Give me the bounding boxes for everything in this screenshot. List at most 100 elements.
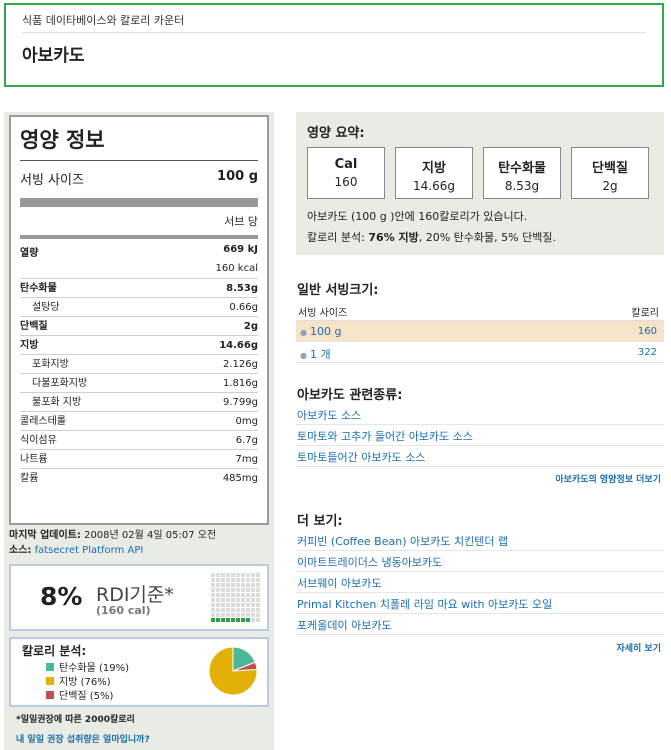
rdi-grid-cell — [221, 603, 225, 607]
nutrient-value: 0.66g — [229, 302, 258, 313]
see-more-link[interactable]: 서브웨이 아보카도 — [296, 572, 664, 593]
rdi-grid-cell — [226, 588, 230, 592]
summary-box-value: 8.53g — [504, 179, 540, 193]
rdi-grid-cell — [226, 573, 230, 577]
related-link[interactable]: 토마토들어간 아보카도 소스 — [296, 446, 664, 467]
related-more-link[interactable]: 아보카도의 영양정보 더보기 — [555, 472, 661, 485]
serving-size-link[interactable]: ● 1 개 — [300, 346, 331, 362]
rdi-question-link[interactable]: 내 일일 권장 섭취량은 얼마입니까? — [16, 732, 150, 745]
rdi-grid-cell — [241, 608, 245, 612]
legend-swatch-protein — [46, 690, 54, 699]
see-more-link[interactable]: 포케올데이 아보카도 — [296, 614, 664, 635]
rdi-grid-cell — [256, 593, 260, 597]
rdi-grid-cell — [246, 603, 250, 607]
update-info: 마지막 업데이트: 2008년 02월 4일 05:07 오전 소스: fats… — [9, 528, 216, 558]
nutrient-value: 7mg — [235, 454, 258, 465]
rdi-grid-cell — [251, 618, 255, 622]
nutrition-summary: 영양 요약: Cal 160 지방 14.66g 탄수화물 8.53g 단백질 2g 아… — [296, 112, 664, 255]
nutrient-label: 탄수화물 — [20, 283, 57, 294]
nutrient-label: 설탕당 — [32, 302, 60, 313]
rdi-grid-cell — [256, 573, 260, 577]
summary-description: 아보카도 (100 g )안에 160칼로리가 있습니다. — [307, 210, 528, 223]
nutrient-value: 6.7g — [235, 435, 258, 446]
summary-box-carbs: 탄수화물 8.53g — [483, 147, 561, 199]
summary-box-label: Cal — [334, 157, 358, 172]
rdi-grid-cell — [236, 573, 240, 577]
see-more-link[interactable]: Primal Kitchen 치폴레 라임 마요 with 아보카도 오일 — [296, 593, 664, 614]
rdi-grid-cell — [221, 593, 225, 597]
rdi-grid-cell — [241, 588, 245, 592]
rdi-grid-cell — [216, 583, 220, 587]
related-link[interactable]: 아보카도 소스 — [296, 404, 664, 425]
rdi-grid-cell — [231, 588, 235, 592]
rdi-label: RDI기준* — [96, 584, 174, 606]
nutrient-label: 식이섬유 — [20, 435, 57, 446]
divider — [20, 160, 258, 161]
nutrient-row-unsaturated-fat: 불포화 지방 9.799g — [20, 393, 258, 412]
rdi-grid-cell — [231, 578, 235, 582]
rdi-grid-cell — [251, 608, 255, 612]
header-divider — [22, 32, 646, 33]
col-serving-size: 서빙 사이즈 — [298, 308, 348, 319]
rdi-grid-cell — [216, 578, 220, 582]
servings-title: 일반 서빙크기: — [297, 283, 379, 298]
rdi-grid-cell — [216, 613, 220, 617]
rdi-grid-cell — [251, 573, 255, 577]
summary-title: 영양 요약: — [307, 126, 365, 141]
rdi-grid-cell — [231, 608, 235, 612]
nutrient-row-saturated-fat: 포화지방 2.126g — [20, 355, 258, 374]
left-column: 영양 정보 서빙 사이즈 100 g 서브 당 열량 669 kJ 160 kc… — [4, 112, 274, 750]
per-serving-label: 서브 당 — [224, 215, 258, 228]
col-calories: 칼로리 — [631, 308, 659, 319]
rdi-grid-cell — [226, 593, 230, 597]
rdi-grid-cell — [231, 593, 235, 597]
bullet-icon: ● — [300, 328, 307, 337]
rdi-grid-cell — [211, 588, 215, 592]
source-link[interactable]: fatsecret Platform API — [35, 545, 144, 556]
nutrient-row-polyunsaturated-fat: 다불포화지방 1.816g — [20, 374, 258, 393]
energy-row: 열량 669 kJ 160 kcal — [20, 239, 258, 279]
rdi-grid-cell — [236, 593, 240, 597]
rdi-grid-cell — [216, 608, 220, 612]
see-more-link[interactable]: 커피빈 (Coffee Bean) 아보카도 치킨텐더 랩 — [296, 530, 664, 551]
rdi-grid-cell — [256, 608, 260, 612]
rdi-grid-cell — [226, 613, 230, 617]
rdi-grid-cell — [246, 573, 250, 577]
summary-box-value: 2g — [602, 179, 618, 193]
summary-box-value: 160 — [334, 175, 358, 189]
rdi-grid-cell — [231, 618, 235, 622]
rdi-grid-cell — [251, 583, 255, 587]
nutrient-label: 포화지방 — [32, 359, 69, 370]
serving-row[interactable]: ● 100 g 160 — [296, 321, 664, 342]
nutrient-label: 단백질 — [20, 321, 48, 332]
nutrient-row-cholesterol: 콜레스테롤 0mg — [20, 412, 258, 431]
page-header: 식품 데이타베이스와 칼로리 카운터 아보카도 — [4, 3, 664, 87]
see-more-all-link[interactable]: 자세히 보기 — [616, 641, 661, 654]
see-more-link[interactable]: 이마트트레이더스 냉동아보카도 — [296, 551, 664, 572]
rdi-grid-cell — [231, 603, 235, 607]
nutrient-row-carbs: 탄수화물 8.53g — [20, 279, 258, 298]
nutrient-label: 나트륨 — [20, 454, 48, 465]
legend-fat: 지방 (76%) — [46, 673, 111, 688]
rdi-grid-cell — [241, 598, 245, 602]
summary-box-fat: 지방 14.66g — [395, 147, 473, 199]
rdi-grid-cell — [221, 598, 225, 602]
related-link[interactable]: 토마토와 고추가 들어간 아보카도 소스 — [296, 425, 664, 446]
footnote: *일일권장에 따른 2000칼로리 — [16, 715, 135, 725]
rdi-grid-cell — [231, 598, 235, 602]
rdi-grid-cell — [246, 608, 250, 612]
page-title: 아보카도 — [22, 46, 85, 66]
breadcrumb[interactable]: 식품 데이타베이스와 칼로리 카운터 — [22, 12, 184, 28]
nutrition-facts-panel: 영양 정보 서빙 사이즈 100 g 서브 당 열량 669 kJ 160 kc… — [9, 115, 269, 525]
rdi-grid-cell — [246, 588, 250, 592]
rdi-grid-cell — [226, 603, 230, 607]
rdi-grid-cell — [211, 583, 215, 587]
serving-row[interactable]: ● 1 개 322 — [296, 342, 664, 363]
serving-size-link[interactable]: ● 100 g — [300, 325, 341, 338]
rdi-grid-cell — [251, 593, 255, 597]
rdi-grid-cell — [246, 613, 250, 617]
rdi-grid-cell — [251, 603, 255, 607]
rdi-panel: 8% RDI기준* (160 cal) — [9, 564, 269, 631]
rdi-grid-cell — [221, 583, 225, 587]
source-label: 소스: — [9, 545, 32, 556]
